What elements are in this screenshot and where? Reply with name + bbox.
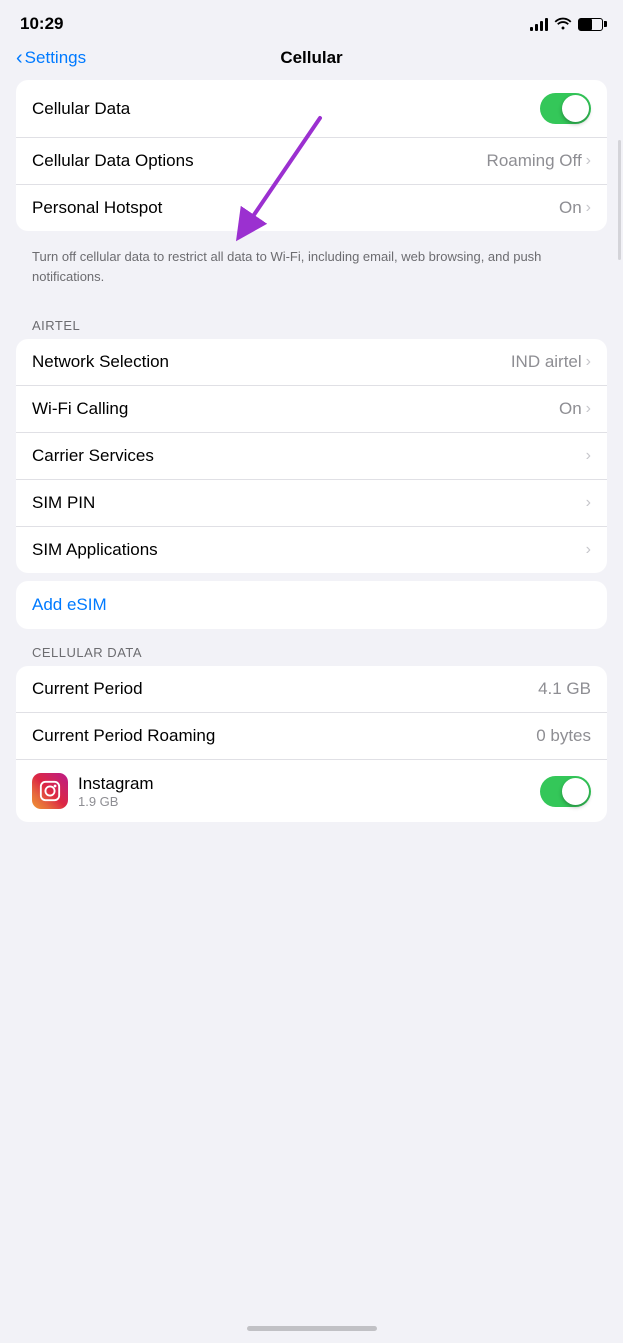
chevron-icon: ›	[586, 152, 591, 170]
sim-applications-row[interactable]: SIM Applications ›	[16, 527, 607, 573]
airtel-section-label: AIRTEL	[0, 310, 623, 339]
current-period-label: Current Period	[32, 679, 143, 699]
chevron-icon: ›	[586, 353, 591, 371]
main-section: Cellular Data Cellular Data Options Roam…	[16, 80, 607, 231]
esim-label[interactable]: Add eSIM	[32, 595, 107, 614]
current-period-roaming-text: 0 bytes	[536, 726, 591, 746]
sim-applications-label: SIM Applications	[32, 540, 158, 560]
instagram-size: 1.9 GB	[78, 794, 154, 809]
esim-section: Add eSIM	[16, 581, 607, 629]
airtel-card-section: Network Selection IND airtel › Wi-Fi Cal…	[16, 339, 607, 573]
signal-icon	[530, 17, 548, 31]
personal-hotspot-text: On	[559, 198, 582, 218]
network-selection-value: IND airtel ›	[511, 352, 591, 372]
current-period-roaming-row[interactable]: Current Period Roaming 0 bytes	[16, 713, 607, 760]
sim-pin-label: SIM PIN	[32, 493, 95, 513]
sim-pin-row[interactable]: SIM PIN ›	[16, 480, 607, 527]
current-period-roaming-value: 0 bytes	[536, 726, 591, 746]
chevron-icon: ›	[586, 400, 591, 418]
status-icons	[530, 16, 603, 33]
personal-hotspot-row[interactable]: Personal Hotspot On ›	[16, 185, 607, 231]
battery-icon	[578, 18, 603, 31]
cellular-data-section-label: CELLULAR DATA	[0, 637, 623, 666]
chevron-icon: ›	[586, 447, 591, 465]
instagram-left: Instagram 1.9 GB	[32, 773, 154, 809]
carrier-services-label: Carrier Services	[32, 446, 154, 466]
personal-hotspot-value: On ›	[559, 198, 591, 218]
chevron-icon: ›	[586, 494, 591, 512]
chevron-icon: ›	[586, 199, 591, 217]
network-selection-row[interactable]: Network Selection IND airtel ›	[16, 339, 607, 386]
wifi-calling-text: On	[559, 399, 582, 419]
wifi-calling-row[interactable]: Wi-Fi Calling On ›	[16, 386, 607, 433]
sim-pin-value: ›	[586, 494, 591, 512]
main-card: Cellular Data Cellular Data Options Roam…	[16, 80, 607, 231]
status-time: 10:29	[20, 14, 63, 34]
cellular-data-options-text: Roaming Off	[487, 151, 582, 171]
page-title: Cellular	[280, 48, 342, 68]
current-period-roaming-label: Current Period Roaming	[32, 726, 215, 746]
back-button[interactable]: ‹ Settings	[16, 48, 86, 68]
esim-card[interactable]: Add eSIM	[16, 581, 607, 629]
current-period-row[interactable]: Current Period 4.1 GB	[16, 666, 607, 713]
back-chevron-icon: ‹	[16, 48, 23, 68]
wifi-calling-value: On ›	[559, 399, 591, 419]
nav-bar: ‹ Settings Cellular	[0, 42, 623, 80]
back-label: Settings	[25, 48, 86, 68]
cellular-data-row[interactable]: Cellular Data	[16, 80, 607, 138]
cellular-data-card-section: Current Period 4.1 GB Current Period Roa…	[16, 666, 607, 822]
wifi-calling-label: Wi-Fi Calling	[32, 399, 128, 419]
instagram-name: Instagram	[78, 774, 154, 794]
sim-applications-value: ›	[586, 541, 591, 559]
cellular-data-label: Cellular Data	[32, 99, 130, 119]
cellular-data-toggle[interactable]	[540, 93, 591, 124]
airtel-section: AIRTEL Network Selection IND airtel › Wi…	[0, 310, 623, 573]
instagram-info: Instagram 1.9 GB	[78, 774, 154, 809]
cellular-data-options-row[interactable]: Cellular Data Options Roaming Off ›	[16, 138, 607, 185]
status-bar: 10:29	[0, 0, 623, 42]
carrier-services-value: ›	[586, 447, 591, 465]
toggle-knob	[562, 778, 589, 805]
home-indicator	[247, 1326, 377, 1331]
instagram-icon	[32, 773, 68, 809]
personal-hotspot-label: Personal Hotspot	[32, 198, 162, 218]
cellular-data-usage-section: CELLULAR DATA Current Period 4.1 GB Curr…	[0, 637, 623, 822]
cellular-data-options-label: Cellular Data Options	[32, 151, 194, 171]
instagram-toggle[interactable]	[540, 776, 591, 807]
scrollbar[interactable]	[618, 140, 621, 260]
airtel-card: Network Selection IND airtel › Wi-Fi Cal…	[16, 339, 607, 573]
toggle-knob	[562, 95, 589, 122]
wifi-icon	[554, 16, 572, 33]
network-selection-label: Network Selection	[32, 352, 169, 372]
cellular-data-options-value: Roaming Off ›	[487, 151, 591, 171]
chevron-icon: ›	[586, 541, 591, 559]
current-period-value: 4.1 GB	[538, 679, 591, 699]
current-period-text: 4.1 GB	[538, 679, 591, 699]
carrier-services-row[interactable]: Carrier Services ›	[16, 433, 607, 480]
cellular-data-card: Current Period 4.1 GB Current Period Roa…	[16, 666, 607, 822]
instagram-row[interactable]: Instagram 1.9 GB	[16, 760, 607, 822]
cellular-data-info: Turn off cellular data to restrict all d…	[16, 239, 607, 302]
network-selection-text: IND airtel	[511, 352, 582, 372]
